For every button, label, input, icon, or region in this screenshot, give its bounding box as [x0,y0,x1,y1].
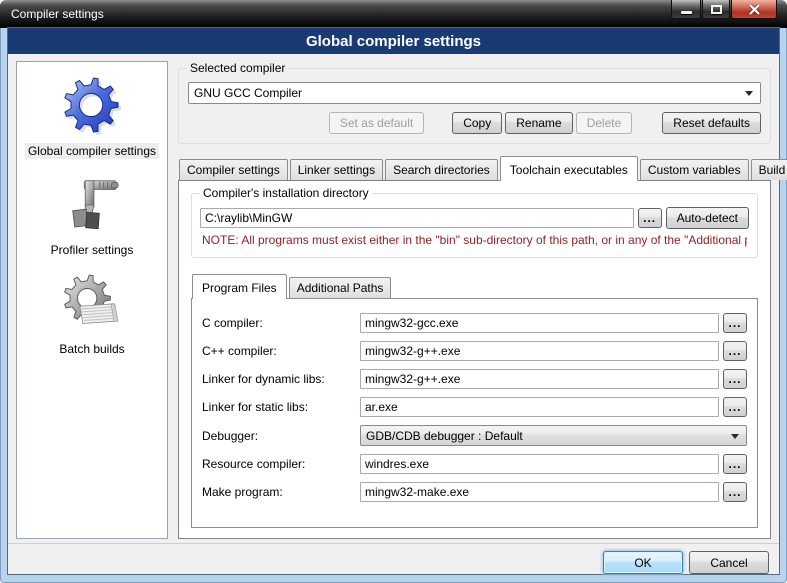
toolchain-field-row: C compiler: ... [202,313,747,333]
c-compiler-browse-button[interactable]: ... [723,313,747,333]
set-as-default-button: Set as default [329,112,424,134]
c-compiler-browse-button[interactable]: ... [723,341,747,361]
blue-gear-icon [61,75,123,137]
compiler-select[interactable]: GNU GCC Compiler [188,82,761,104]
auto-detect-button[interactable]: Auto-detect [666,207,749,229]
toolchain-field-row: Debugger: GDB/CDB debugger : Default [202,425,747,446]
toolchain-field-row: Make program: ... [202,482,747,502]
installation-directory-input[interactable] [200,208,634,228]
caliper-icon [61,174,123,236]
sidebar-item-global-compiler-settings[interactable]: Global compiler settings [17,68,167,167]
minimize-button[interactable] [671,0,701,19]
maximize-icon [711,5,722,14]
resource-compiler-input[interactable] [360,454,719,474]
programs-tabstrip: Program FilesAdditional Paths [191,274,758,298]
close-icon [748,4,761,15]
subtab-program-files[interactable]: Program Files [192,274,287,299]
subtab-additional-paths[interactable]: Additional Paths [289,277,392,298]
dialog-footer: OK Cancel [8,543,779,574]
toolchain-field-row: Linker for static libs: ... [202,397,747,417]
cancel-button[interactable]: Cancel [689,551,769,574]
window-title: Compiler settings [11,7,104,21]
dialog-client-area: Global compiler settings Global compiler… [8,28,779,574]
toolchain-field-row: Linker for dynamic libs: ... [202,369,747,389]
tab-linker-settings[interactable]: Linker settings [290,159,383,180]
selected-compiler-groupbox: Selected compiler GNU GCC Compiler Set a… [178,68,771,144]
program-files-panel: C compiler: ... C++ compiler: ... Linker… [191,298,758,528]
settings-sidebar: Global compiler settings Profiler settin… [16,61,168,539]
settings-tabstrip: Compiler settingsLinker settingsSearch d… [178,156,771,180]
field-label: C++ compiler: [202,344,360,358]
delete-button: Delete [576,112,633,134]
linker-for-static-libs-input[interactable] [360,397,719,417]
resource-compiler-browse-button[interactable]: ... [723,454,747,474]
debugger-select-value: GDB/CDB debugger : Default [366,429,523,443]
linker-for-dynamic-libs-browse-button[interactable]: ... [723,369,747,389]
gray-gear-stack-icon [61,273,123,335]
c-compiler-input[interactable] [360,313,719,333]
sidebar-item-label: Profiler settings [48,242,137,258]
field-label: Resource compiler: [202,457,360,471]
tab-build-options[interactable]: Build options [751,159,787,180]
field-label: Linker for dynamic libs: [202,372,360,386]
compiler-select-value: GNU GCC Compiler [194,86,302,100]
tab-search-directories[interactable]: Search directories [385,159,498,180]
linker-for-dynamic-libs-input[interactable] [360,369,719,389]
make-program-browse-button[interactable]: ... [723,482,747,502]
installation-directory-groupbox: Compiler's installation directory ... Au… [191,193,758,258]
tab-toolchain-executables[interactable]: Toolchain executables [500,156,638,181]
c-compiler-input[interactable] [360,341,719,361]
field-label: C compiler: [202,316,360,330]
rename-button[interactable]: Rename [505,112,572,134]
minimize-icon [681,11,692,14]
installation-directory-legend: Compiler's installation directory [200,186,372,200]
field-label: Make program: [202,485,360,499]
sidebar-item-profiler-settings[interactable]: Profiler settings [17,167,167,266]
installation-note: NOTE: All programs must exist either in … [202,233,747,247]
programs-notebook: Program FilesAdditional Paths C compiler… [191,274,758,528]
toolchain-executables-panel: Compiler's installation directory ... Au… [178,180,771,539]
copy-button[interactable]: Copy [452,112,502,134]
tab-compiler-settings[interactable]: Compiler settings [179,159,288,180]
toolchain-field-row: C++ compiler: ... [202,341,747,361]
make-program-input[interactable] [360,482,719,502]
compiler-settings-dialog: Compiler settings Global compiler settin… [0,0,787,583]
page-title: Global compiler settings [8,28,779,54]
maximize-button[interactable] [702,0,730,19]
toolchain-field-row: Resource compiler: ... [202,454,747,474]
sidebar-item-label: Global compiler settings [25,143,159,159]
selected-compiler-legend: Selected compiler [187,61,288,75]
close-button[interactable] [731,0,777,19]
reset-defaults-button[interactable]: Reset defaults [662,112,761,134]
field-label: Debugger: [202,429,360,443]
installation-directory-browse-button[interactable]: ... [638,208,662,228]
field-label: Linker for static libs: [202,400,360,414]
debugger-select[interactable]: GDB/CDB debugger : Default [360,425,747,446]
linker-for-static-libs-browse-button[interactable]: ... [723,397,747,417]
titlebar: Compiler settings [0,0,787,28]
compiler-actions: Set as default CopyRenameDelete Reset defa… [188,112,761,134]
ok-button[interactable]: OK [603,551,683,574]
window-controls [671,0,777,19]
sidebar-item-batch-builds[interactable]: Batch builds [17,266,167,365]
sidebar-item-label: Batch builds [56,341,127,357]
tab-custom-variables[interactable]: Custom variables [640,159,749,180]
